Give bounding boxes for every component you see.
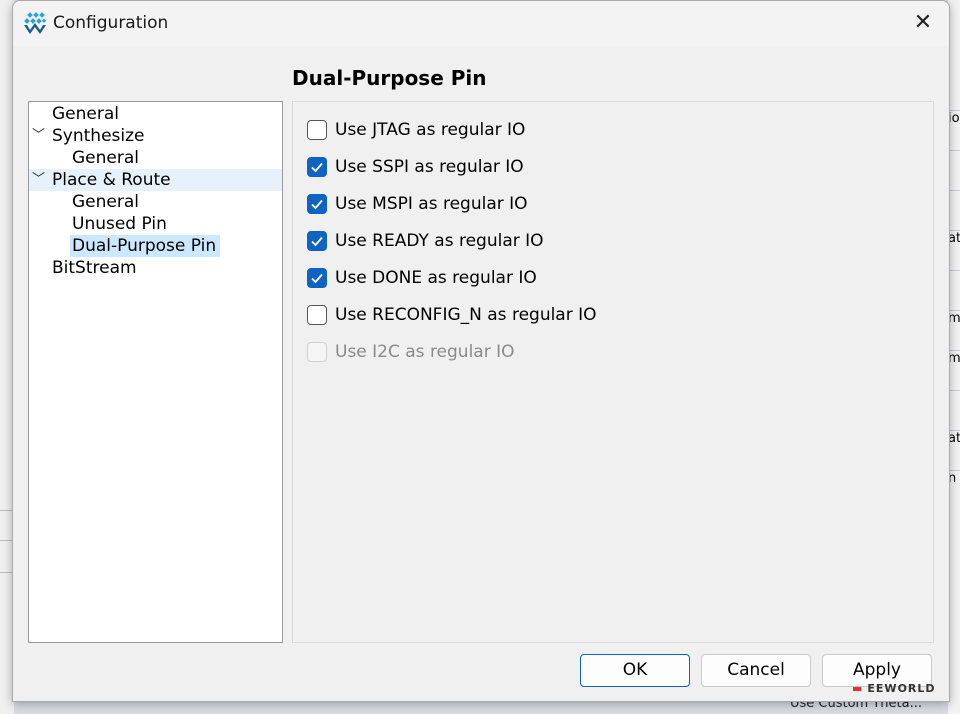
checkmark-icon — [311, 199, 323, 210]
checkbox[interactable] — [307, 157, 327, 177]
tree-item-label: Unused Pin — [72, 214, 167, 234]
cancel-button[interactable]: Cancel — [701, 654, 811, 687]
option-checkbox-row[interactable]: Use SSPI as regular IO — [307, 156, 524, 178]
tree-item[interactable]: Dual-Purpose Pin — [29, 235, 282, 257]
checkbox[interactable] — [307, 120, 327, 140]
checkbox[interactable] — [307, 194, 327, 214]
chevron-down-icon[interactable]: ﹀ — [32, 125, 45, 147]
tree-item[interactable]: General — [29, 147, 282, 169]
tree-item-label: General — [72, 148, 139, 168]
app-logo-icon — [24, 12, 47, 34]
tree-item[interactable]: BitStream — [29, 257, 282, 279]
option-checkbox-row: Use I2C as regular IO — [307, 341, 515, 363]
title-bar: Configuration ✕ — [13, 1, 949, 46]
option-checkbox-row[interactable]: Use READY as regular IO — [307, 230, 544, 252]
tree-item-label: Dual-Purpose Pin — [70, 235, 221, 257]
option-checkbox-row[interactable]: Use RECONFIG_N as regular IO — [307, 304, 597, 326]
checkbox[interactable] — [307, 268, 327, 288]
checkmark-icon — [311, 273, 323, 284]
tree-item[interactable]: General — [29, 191, 282, 213]
watermark-logo: ▬ EEWORLD — [852, 682, 936, 695]
options-panel: Use JTAG as regular IO Use SSPI as regula… — [292, 101, 934, 643]
tree-item-label: General — [72, 192, 139, 212]
option-checkbox-row[interactable]: Use MSPI as regular IO — [307, 193, 528, 215]
checkmark-icon — [311, 236, 323, 247]
configuration-dialog: Configuration ✕ Dual-Purpose Pin General… — [12, 0, 950, 702]
category-tree[interactable]: General ﹀ Synthesize General ﹀ Place & Route G… — [28, 101, 283, 643]
close-button[interactable]: ✕ — [911, 11, 935, 35]
checkbox — [307, 342, 327, 362]
tree-item-label: Synthesize — [52, 126, 145, 146]
chevron-down-icon[interactable]: ﹀ — [32, 169, 45, 191]
checkmark-icon — [311, 162, 323, 173]
option-label: Use I2C as regular IO — [335, 342, 515, 362]
option-checkbox-row[interactable]: Use JTAG as regular IO — [307, 119, 525, 141]
tree-item[interactable]: Unused Pin — [29, 213, 282, 235]
tree-item-label: Place & Route — [52, 170, 171, 190]
option-checkbox-row[interactable]: Use DONE as regular IO — [307, 267, 537, 289]
option-label: Use SSPI as regular IO — [335, 157, 524, 177]
tree-item[interactable]: General — [29, 103, 282, 125]
ok-button[interactable]: OK — [580, 654, 690, 687]
tree-item[interactable]: ﹀ Synthesize — [29, 125, 282, 147]
tree-item[interactable]: ﹀ Place & Route — [29, 169, 282, 191]
checkbox[interactable] — [307, 305, 327, 325]
tree-item-label: BitStream — [52, 258, 137, 278]
option-label: Use MSPI as regular IO — [335, 194, 528, 214]
option-label: Use READY as regular IO — [335, 231, 544, 251]
section-title: Dual-Purpose Pin — [292, 66, 487, 90]
option-label: Use DONE as regular IO — [335, 268, 537, 288]
option-label: Use RECONFIG_N as regular IO — [335, 305, 597, 325]
tree-item-label: General — [52, 104, 119, 124]
dialog-title: Configuration — [53, 13, 169, 33]
checkbox[interactable] — [307, 231, 327, 251]
option-label: Use JTAG as regular IO — [335, 120, 526, 140]
